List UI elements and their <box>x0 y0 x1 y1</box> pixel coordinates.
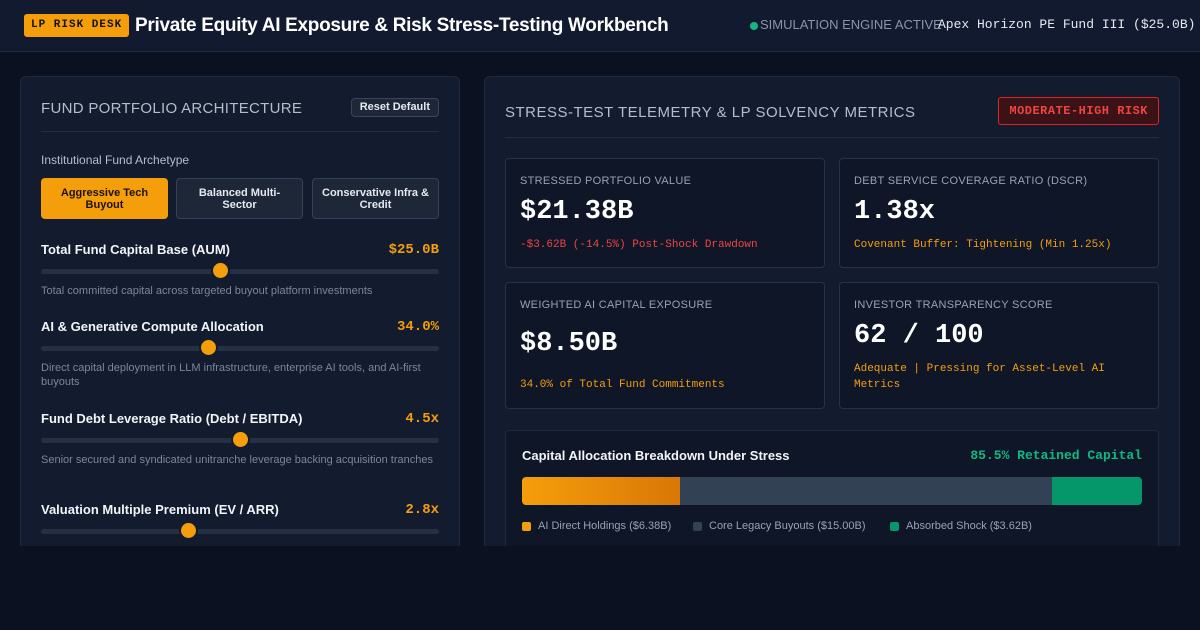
segment-ai-direct-holdings <box>522 477 681 505</box>
metric-note: Covenant Buffer: Tightening (Min 1.25x) <box>854 239 1112 251</box>
slider-thumb[interactable] <box>179 521 198 540</box>
segment-core-legacy-buyouts <box>680 477 1053 505</box>
capital-allocation-breakdown: Capital Allocation Breakdown Under Stres… <box>505 430 1159 546</box>
metric-label: INVESTOR TRANSPARENCY SCORE <box>854 299 1053 311</box>
metric-card-ai-exposure: WEIGHTED AI CAPITAL EXPOSURE $8.50B 34.0… <box>505 282 825 409</box>
archetype-label: Institutional Fund Archetype <box>41 153 190 167</box>
slider-description: Senior secured and syndicated unitranche… <box>41 454 433 466</box>
legend-label: Core Legacy Buyouts ($15.00B) <box>709 520 866 532</box>
slider-description: Direct capital deployment in LLM infrast… <box>41 362 421 388</box>
desk-badge: LP RISK DESK <box>24 14 130 37</box>
metric-value: 1.38x <box>854 197 936 227</box>
metric-note: Adequate | Pressing for Asset-Level AI M… <box>854 363 1105 391</box>
archetype-balanced-multi-sector[interactable]: Balanced Multi-Sector <box>176 178 303 219</box>
retained-capital: 85.5% Retained Capital <box>970 448 1142 463</box>
slider-value: 34.0% <box>396 319 439 335</box>
slider-track[interactable] <box>41 346 439 351</box>
metric-card-stressed-value: STRESSED PORTFOLIO VALUE $21.38B -$3.62B… <box>505 158 825 268</box>
divider <box>505 137 1159 138</box>
slider-label: Fund Debt Leverage Ratio (Debt / EBITDA) <box>41 411 303 426</box>
archetype-conservative-infra-credit[interactable]: Conservative Infra & Credit <box>312 178 439 219</box>
stress-test-panel: STRESS-TEST TELEMETRY & LP SOLVENCY METR… <box>484 76 1180 546</box>
metric-card-dscr: DEBT SERVICE COVERAGE RATIO (DSCR) 1.38x… <box>839 158 1159 268</box>
slider-track[interactable] <box>41 529 439 534</box>
segment-absorbed-shock <box>1052 477 1142 505</box>
engine-status: SIMULATION ENGINE ACTIVE <box>760 17 942 32</box>
legend-swatch <box>522 521 531 531</box>
slider-thumb[interactable] <box>199 338 218 357</box>
archetype-aggressive-tech-buyout[interactable]: Aggressive Tech Buyout <box>41 178 168 219</box>
allocation-title: Capital Allocation Breakdown Under Stres… <box>522 448 790 463</box>
reset-default-button[interactable]: Reset Default <box>350 98 439 117</box>
top-header: LP RISK DESK Private Equity AI Exposure … <box>0 0 1200 52</box>
fund-name: Apex Horizon PE Fund III ($25.0B) <box>938 17 1196 32</box>
legend-label: Absorbed Shock ($3.62B) <box>906 520 1032 532</box>
legend-item-ai-direct: AI Direct Holdings ($6.38B) <box>522 519 671 533</box>
slider-label: Total Fund Capital Base (AUM) <box>41 242 230 257</box>
app-title: Private Equity AI Exposure & Risk Stress… <box>135 15 669 36</box>
metric-note: -$3.62B (-14.5%) Post-Shock Drawdown <box>520 239 758 251</box>
slider-description: Total committed capital across targeted … <box>41 285 373 297</box>
metric-value: $21.38B <box>520 197 634 227</box>
panel-title: FUND PORTFOLIO ARCHITECTURE <box>41 100 303 117</box>
slider-thumb[interactable] <box>231 430 250 449</box>
slider-value: 4.5x <box>405 411 439 427</box>
status-dot-icon <box>750 22 758 30</box>
risk-level-badge: MODERATE-HIGH RISK <box>998 97 1159 125</box>
slider-value: 2.8x <box>405 502 439 518</box>
slider-label: Valuation Multiple Premium (EV / ARR) <box>41 502 279 517</box>
metric-note: 34.0% of Total Fund Commitments <box>520 379 725 391</box>
portfolio-architecture-panel: FUND PORTFOLIO ARCHITECTURE Reset Defaul… <box>20 76 460 546</box>
metric-card-transparency-score: INVESTOR TRANSPARENCY SCORE 62 / 100 Ade… <box>839 282 1159 409</box>
allocation-stacked-bar <box>522 477 1142 505</box>
slider-value: $25.0B <box>388 242 439 258</box>
metric-value: 62 / 100 <box>854 321 984 351</box>
slider-track[interactable] <box>41 269 439 274</box>
slider-label: AI & Generative Compute Allocation <box>41 319 264 334</box>
legend-item-absorbed-shock: Absorbed Shock ($3.62B) <box>890 519 1032 533</box>
metric-value: $8.50B <box>520 329 618 359</box>
metric-label: STRESSED PORTFOLIO VALUE <box>520 175 692 187</box>
slider-thumb[interactable] <box>211 261 230 280</box>
divider <box>41 131 439 132</box>
legend-swatch <box>890 521 899 531</box>
panel-title: STRESS-TEST TELEMETRY & LP SOLVENCY METR… <box>505 104 916 121</box>
legend-swatch <box>693 521 702 531</box>
legend-label: AI Direct Holdings ($6.38B) <box>538 520 672 532</box>
metric-label: DEBT SERVICE COVERAGE RATIO (DSCR) <box>854 175 1088 187</box>
legend-item-core-legacy: Core Legacy Buyouts ($15.00B) <box>693 519 866 533</box>
metric-label: WEIGHTED AI CAPITAL EXPOSURE <box>520 299 713 311</box>
